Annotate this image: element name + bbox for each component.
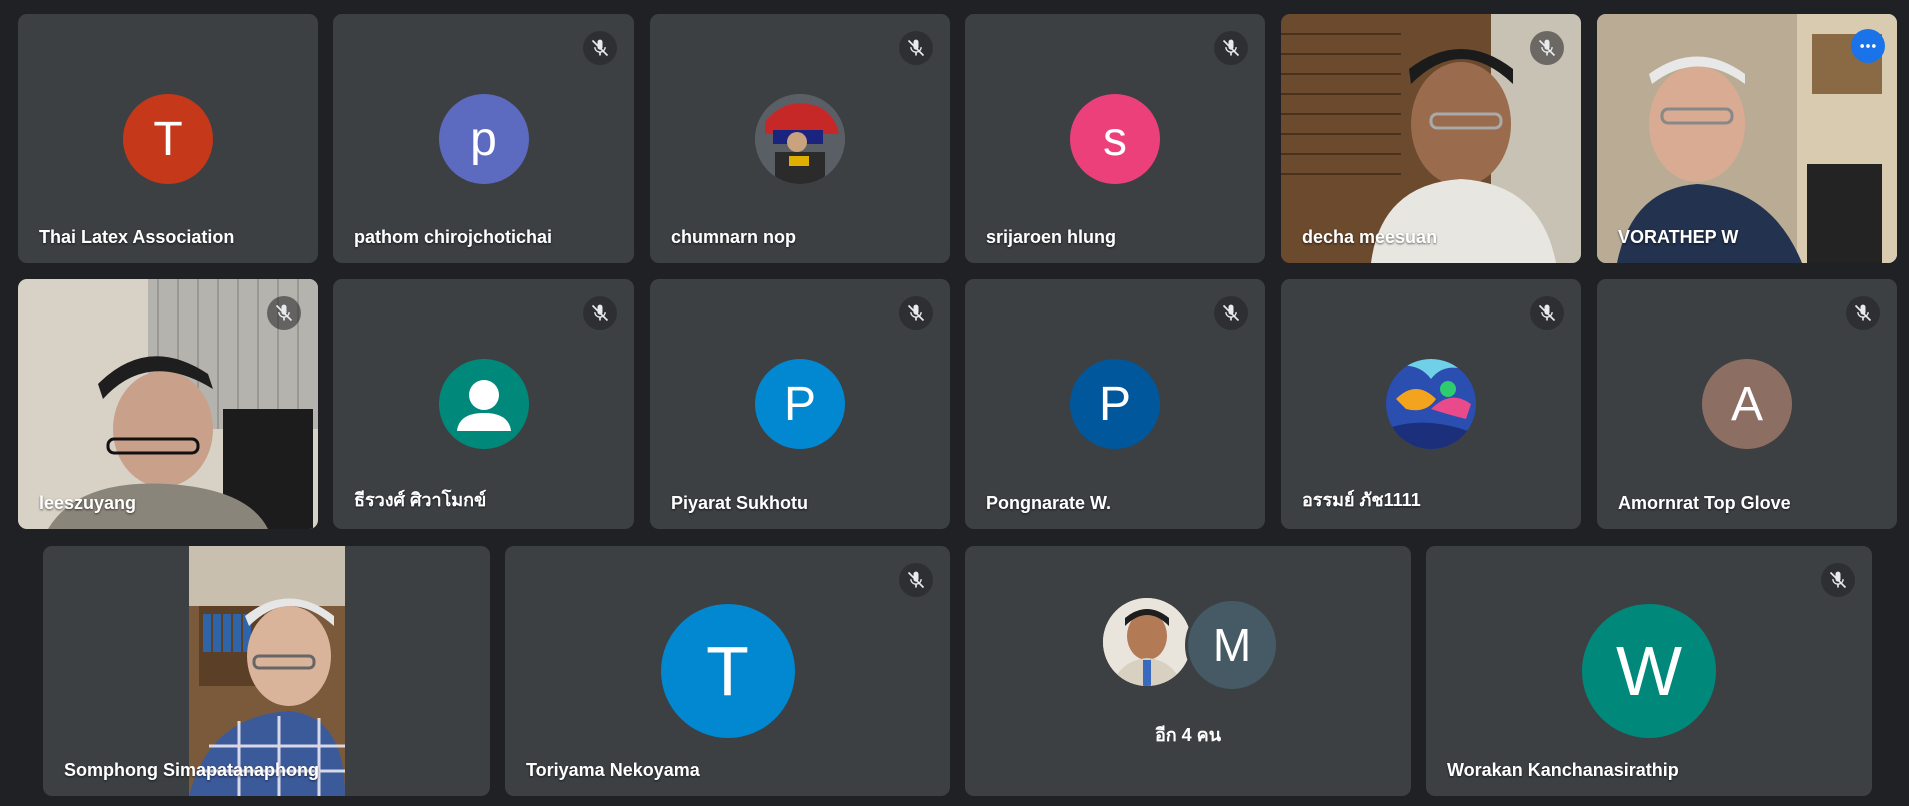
avatar: A xyxy=(1702,359,1792,449)
participant-tile[interactable]: A Amornrat Top Glove xyxy=(1597,279,1897,529)
avatar: s xyxy=(1070,94,1160,184)
participant-name: อรรมย์ ภัช1111 xyxy=(1302,490,1421,510)
avatar-artwork xyxy=(1386,359,1476,449)
participant-name: srijaroen hlung xyxy=(986,227,1117,247)
participant-name: pathom chirojchotichai xyxy=(354,227,553,247)
avatar: P xyxy=(1070,359,1160,449)
participant-name: Somphong Simapatanaphong xyxy=(64,760,319,780)
mic-off-icon xyxy=(899,296,933,330)
mic-off-icon xyxy=(1846,296,1880,330)
avatar: M xyxy=(1185,598,1279,692)
participant-tile[interactable]: W Worakan Kanchanasirathip xyxy=(1426,546,1872,796)
participant-name: decha meesuan xyxy=(1302,227,1438,247)
participant-name: Worakan Kanchanasirathip xyxy=(1447,760,1679,780)
participant-tile[interactable]: P Piyarat Sukhotu xyxy=(650,279,950,529)
participant-name: Thai Latex Association xyxy=(39,227,235,247)
participant-name: Amornrat Top Glove xyxy=(1618,493,1791,513)
participant-tile[interactable]: อรรมย์ ภัช1111 xyxy=(1281,279,1581,529)
participant-name: leeszuyang xyxy=(39,493,137,513)
participant-tile[interactable]: p pathom chirojchotichai xyxy=(333,14,634,263)
participant-name: chumnarn nop xyxy=(671,227,796,247)
avatar-photo xyxy=(1103,598,1191,686)
mic-off-icon xyxy=(899,563,933,597)
mic-off-icon xyxy=(583,296,617,330)
participant-tile[interactable]: s srijaroen hlung xyxy=(965,14,1265,263)
mic-off-icon xyxy=(267,296,301,330)
participant-tile[interactable]: chumnarn nop xyxy=(650,14,950,263)
mic-off-icon xyxy=(899,31,933,65)
avatar: P xyxy=(755,359,845,449)
participant-tile[interactable]: ธีรวงศ์ ศิวาโมกข์ xyxy=(333,279,634,529)
person-icon xyxy=(438,359,529,449)
participant-tile[interactable]: P Pongnarate W. xyxy=(965,279,1265,529)
participant-name: VORATHEP W xyxy=(1618,227,1739,247)
participant-name: ธีรวงศ์ ศิวาโมกข์ xyxy=(354,490,487,510)
video-feed xyxy=(189,546,345,796)
avatar: T xyxy=(123,94,213,184)
participant-tile[interactable]: T Thai Latex Association xyxy=(18,14,318,263)
more-options-icon[interactable] xyxy=(1851,29,1885,63)
participant-tile[interactable]: T Toriyama Nekoyama xyxy=(505,546,950,796)
mic-off-icon xyxy=(1214,296,1248,330)
avatar-photo xyxy=(755,94,845,184)
others-tile[interactable]: M อีก 4 คน xyxy=(965,546,1411,796)
avatar: p xyxy=(438,94,529,184)
participant-name: Piyarat Sukhotu xyxy=(671,493,809,513)
participant-tile[interactable]: Somphong Simapatanaphong xyxy=(43,546,490,796)
participant-name: Pongnarate W. xyxy=(986,493,1112,513)
others-count-label: อีก 4 คน xyxy=(1154,725,1222,745)
mic-off-icon xyxy=(1530,31,1564,65)
avatar: W xyxy=(1582,604,1716,738)
mic-off-icon xyxy=(1214,31,1248,65)
participant-tile-speaking[interactable]: VORATHEP W xyxy=(1597,14,1897,263)
participant-tile[interactable]: leeszuyang xyxy=(18,279,318,529)
avatar: T xyxy=(660,604,795,738)
mic-off-icon xyxy=(1530,296,1564,330)
mic-off-icon xyxy=(583,31,617,65)
mic-off-icon xyxy=(1821,563,1855,597)
participant-tile[interactable]: decha meesuan xyxy=(1281,14,1581,263)
participant-name: Toriyama Nekoyama xyxy=(526,760,700,780)
